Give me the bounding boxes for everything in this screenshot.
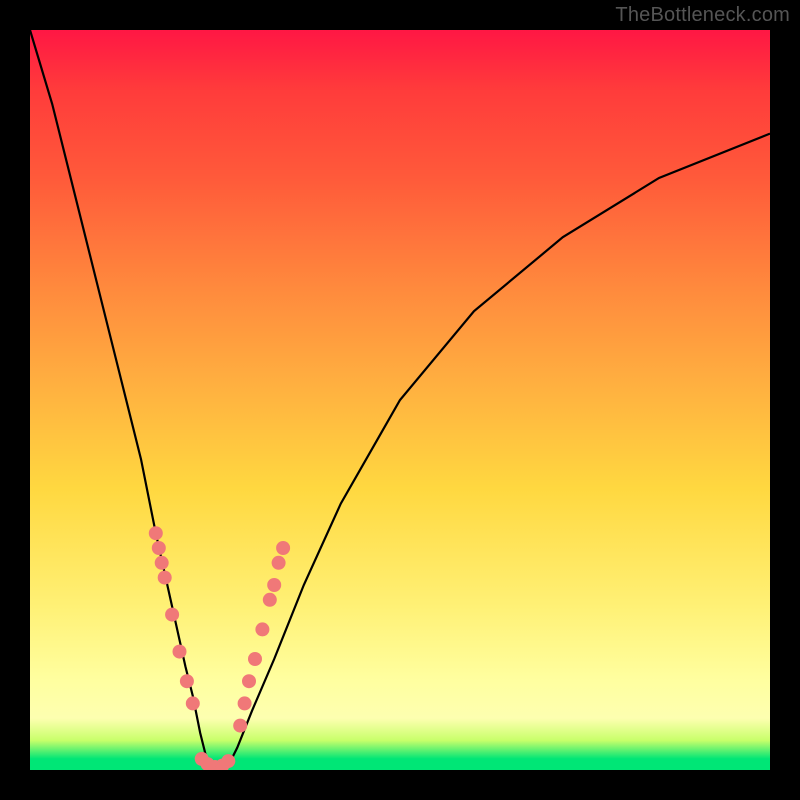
data-marker — [248, 652, 262, 666]
data-marker — [180, 674, 194, 688]
data-marker — [242, 674, 256, 688]
data-marker — [238, 696, 252, 710]
data-marker — [152, 541, 166, 555]
marker-layer — [149, 526, 290, 770]
data-marker — [267, 578, 281, 592]
data-marker — [165, 608, 179, 622]
data-marker — [263, 593, 277, 607]
data-marker — [149, 526, 163, 540]
data-marker — [272, 556, 286, 570]
data-marker — [186, 696, 200, 710]
plot-area — [30, 30, 770, 770]
data-marker — [276, 541, 290, 555]
bottleneck-curve — [30, 30, 770, 770]
chart-svg — [30, 30, 770, 770]
chart-frame: TheBottleneck.com — [0, 0, 800, 800]
data-marker — [155, 556, 169, 570]
watermark-text: TheBottleneck.com — [615, 4, 790, 27]
data-marker — [255, 622, 269, 636]
data-marker — [233, 719, 247, 733]
data-marker — [158, 571, 172, 585]
data-marker — [173, 645, 187, 659]
data-marker — [221, 754, 235, 768]
